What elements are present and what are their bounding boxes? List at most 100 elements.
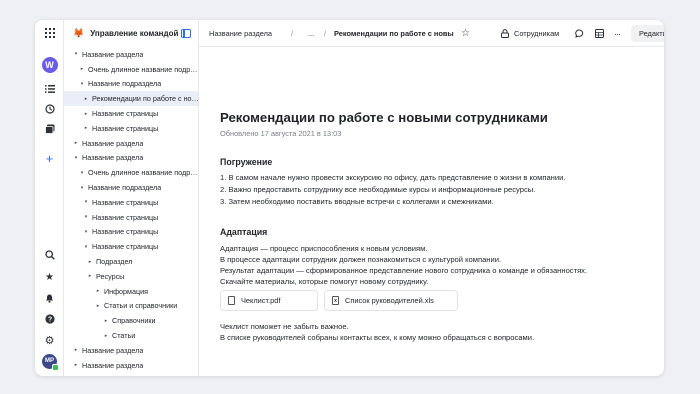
chevron-right-icon[interactable]: ▸ bbox=[94, 303, 102, 309]
sidebar-tree-item[interactable]: ▾ Название подраздела bbox=[64, 180, 198, 195]
list-item: 1. В самом начале нужно провести экскурс… bbox=[220, 173, 566, 182]
sidebar-tree-item[interactable]: ▸ Статьи и справочники bbox=[64, 299, 198, 314]
file-name: Список руководителей.xls bbox=[345, 296, 434, 305]
page-title: Рекомендации по работе с новыми сотрудни… bbox=[220, 110, 548, 125]
star-icon[interactable]: ★ bbox=[35, 268, 64, 286]
breadcrumb-ellipsis[interactable]: ... bbox=[308, 20, 314, 47]
tree-item-label: Название раздела bbox=[82, 345, 144, 355]
more-menu-icon[interactable]: ··· bbox=[614, 25, 621, 42]
paragraph-line: В процессе адаптации сотрудник должен по… bbox=[220, 255, 502, 264]
tree-item-label: Очень длинное название подраздела bbox=[88, 168, 198, 178]
share-label: Сотрудникам bbox=[514, 29, 560, 38]
chevron-down-icon[interactable]: ▾ bbox=[82, 199, 90, 205]
sidebar-tree-item[interactable]: ▸Рекомендации по работе с новыми сотрудн… bbox=[64, 91, 198, 107]
section-heading-adaptation: Адаптация bbox=[220, 227, 268, 237]
chevron-right-icon[interactable]: ▸ bbox=[82, 111, 90, 117]
tree-item-label: Название раздела bbox=[82, 360, 144, 370]
chevron-down-icon[interactable]: ▾ bbox=[82, 244, 90, 250]
chevron-down-icon[interactable]: ▾ bbox=[78, 185, 86, 191]
sidebar-tree-item[interactable]: ▸ Название раздела bbox=[64, 136, 198, 151]
sidebar-tree-item[interactable]: ▾ Название страницы bbox=[64, 210, 198, 225]
favorite-star-icon[interactable]: ☆ bbox=[461, 25, 470, 42]
chevron-right-icon[interactable]: ▸ bbox=[82, 125, 90, 131]
chevron-right-icon[interactable]: ▸ bbox=[86, 259, 94, 265]
page-content: Рекомендации по работе с новыми сотрудни… bbox=[199, 47, 664, 376]
chevron-down-icon[interactable]: ▾ bbox=[78, 170, 86, 176]
sidebar-tree-item[interactable]: ▾ Название раздела bbox=[64, 47, 198, 62]
paragraph-line: Чеклист поможет не забыть важное. bbox=[220, 322, 349, 331]
share-button[interactable]: Сотрудникам bbox=[501, 25, 559, 42]
sidebar-tree-item[interactable]: ▾ Название подраздела bbox=[64, 77, 198, 92]
sidebar-tree-item[interactable]: ▸ Статьи bbox=[64, 328, 198, 343]
tree-item-label: Очень длинное название подраздела bbox=[88, 64, 198, 74]
sidebar-tree-item[interactable]: ▸Очень длинное название подраздела bbox=[64, 62, 198, 77]
breadcrumb-separator: / bbox=[291, 29, 294, 38]
sidebar: 🦊 Управление командой ▾ Название раздела ▸… bbox=[64, 20, 199, 376]
comments-icon[interactable] bbox=[575, 25, 584, 42]
chevron-down-icon[interactable]: ▾ bbox=[72, 51, 80, 57]
chevron-right-icon[interactable]: ▸ bbox=[78, 66, 86, 72]
history-icon[interactable] bbox=[35, 100, 64, 118]
sidebar-tree-item[interactable]: ▸ Название раздела bbox=[64, 343, 198, 358]
edit-button[interactable]: Редактировать bbox=[631, 25, 664, 42]
sidebar-tree-item[interactable]: ▸ Информация bbox=[64, 284, 198, 299]
list-item: 3. Затем необходимо поставить вводные вс… bbox=[220, 197, 494, 206]
tree-item-label: Название подраздела bbox=[88, 183, 162, 193]
tree-item-label: Название страницы bbox=[92, 109, 159, 119]
chevron-right-icon[interactable]: ▸ bbox=[86, 273, 94, 279]
tree-item-label: Название страницы bbox=[92, 242, 159, 252]
app-window: W + ★ ? ⚙ MP 🦊 Управление командой ▾ Наз… bbox=[35, 20, 664, 376]
workspace-avatar[interactable]: W bbox=[35, 56, 64, 74]
tree-item-label: Рекомендации по работе с новыми сотрудни… bbox=[92, 94, 198, 104]
file-attachment-xls[interactable]: x Список руководителей.xls bbox=[324, 290, 458, 311]
list-item: 2. Важно предоставить сотруднику все нео… bbox=[220, 185, 536, 194]
tree-item-label: Название подраздела bbox=[88, 79, 162, 89]
list-icon[interactable] bbox=[35, 80, 64, 98]
chevron-right-icon[interactable]: ▸ bbox=[72, 347, 80, 353]
sidebar-tree-item[interactable]: ▸ Ресурсы bbox=[64, 269, 198, 284]
tree-item-label: Подраздел bbox=[96, 257, 133, 267]
paragraph-line: Результат адаптации — сформированное пре… bbox=[220, 266, 588, 275]
chevron-right-icon[interactable]: ▸ bbox=[82, 96, 90, 102]
add-icon[interactable]: + bbox=[35, 149, 64, 167]
gear-icon[interactable]: ⚙ bbox=[35, 331, 64, 349]
sidebar-tree-item[interactable]: ▸ Название раздела bbox=[64, 358, 198, 373]
breadcrumb-section[interactable]: Название раздела bbox=[209, 20, 272, 47]
pages-icon[interactable] bbox=[35, 120, 64, 138]
chevron-right-icon[interactable]: ▸ bbox=[72, 362, 80, 368]
workspace-title[interactable]: Управление командой bbox=[90, 29, 178, 38]
chevron-right-icon[interactable]: ▸ bbox=[94, 288, 102, 294]
bell-icon[interactable] bbox=[35, 289, 64, 307]
sidebar-tree-item[interactable]: ▾ Название раздела bbox=[64, 151, 198, 166]
profile-avatar[interactable]: MP bbox=[35, 352, 64, 371]
chevron-down-icon[interactable]: ▾ bbox=[78, 81, 86, 87]
sidebar-tree-item[interactable]: ▾ Название страницы bbox=[64, 225, 198, 240]
chevron-right-icon[interactable]: ▸ bbox=[72, 140, 80, 146]
chevron-right-icon[interactable]: ▸ bbox=[102, 333, 110, 339]
updated-timestamp: Обновлено 17 августа 2021 в 13:03 bbox=[220, 129, 342, 138]
apps-grid-icon[interactable] bbox=[35, 24, 64, 42]
sidebar-tree-item[interactable]: ▾ Название страницы bbox=[64, 195, 198, 210]
tree-item-label: Статьи и справочники bbox=[104, 301, 178, 311]
table-view-icon[interactable] bbox=[595, 25, 604, 42]
breadcrumb-current[interactable]: Рекомендации по работе с новыми сотрудни… bbox=[334, 20, 454, 47]
search-icon[interactable] bbox=[35, 246, 64, 264]
sidebar-tree-item[interactable]: ▸ Справочники bbox=[64, 313, 198, 328]
chevron-down-icon[interactable]: ▾ bbox=[82, 229, 90, 235]
help-icon[interactable]: ? bbox=[35, 310, 64, 328]
file-attachment-pdf[interactable]: Чеклист.pdf bbox=[220, 290, 318, 311]
file-name: Чеклист.pdf bbox=[241, 296, 281, 305]
chevron-right-icon[interactable]: ▸ bbox=[102, 318, 110, 324]
section-heading-onboarding: Погружение bbox=[220, 157, 273, 167]
sidebar-tree-item[interactable]: ▸ Название страницы bbox=[64, 106, 198, 121]
tree-item-label: Название страницы bbox=[92, 197, 159, 207]
chevron-down-icon[interactable]: ▾ bbox=[72, 155, 80, 161]
pdf-file-icon bbox=[228, 296, 235, 305]
sidebar-tree-item[interactable]: ▾Очень длинное название подраздела bbox=[64, 165, 198, 180]
sidebar-tree-item[interactable]: ▾ Название страницы bbox=[64, 239, 198, 254]
chevron-down-icon[interactable]: ▾ bbox=[82, 214, 90, 220]
sidebar-tree-item[interactable]: ▸ Подраздел bbox=[64, 254, 198, 269]
sidebar-toggle-icon[interactable] bbox=[181, 29, 191, 38]
sidebar-tree-item[interactable]: ▸ Название страницы bbox=[64, 121, 198, 136]
tree-item-label: Справочники bbox=[112, 316, 156, 326]
